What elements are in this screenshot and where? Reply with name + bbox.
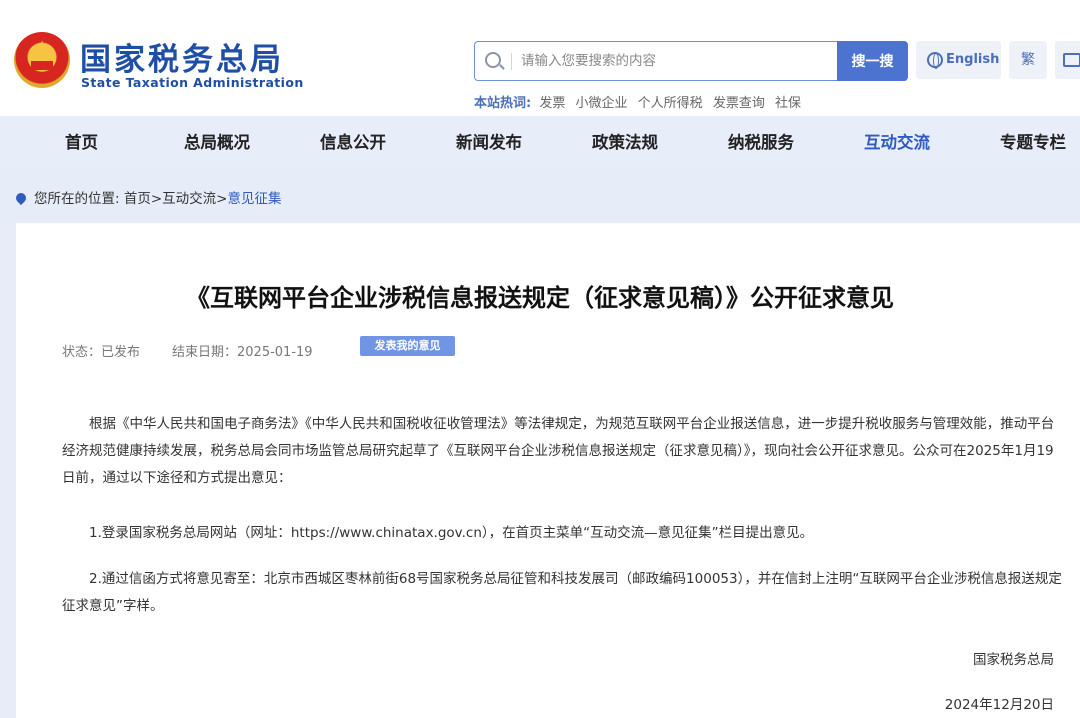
publish-date: 2024年12月20日 [945,693,1054,713]
hot-words: 本站热词: 发票 小微企业 个人所得税 发票查询 社保 [474,92,807,111]
article-paragraph: 根据《中华人民共和国电子商务法》《中华人民共和国税收征收管理法》等法律规定，为规… [62,411,1062,492]
hot-word-link[interactable]: 发票查询 [713,96,765,111]
english-label: English [946,52,999,67]
search-icon [485,52,501,68]
breadcrumb-section[interactable]: 互动交流 [162,191,216,207]
breadcrumb-current[interactable]: 意见征集 [227,191,281,207]
nav-item-tax-service[interactable]: 纳税服务 [728,116,794,169]
hot-word-link[interactable]: 小微企业 [576,96,628,111]
article-paragraph: 2.通过信函方式将意见寄至：北京市西城区枣林前街68号国家税务总局征管和科技发展… [62,566,1062,620]
mail-button[interactable] [1055,41,1080,79]
main-nav: 首页 总局概况 信息公开 新闻发布 政策法规 纳税服务 互动交流 专题专栏 [0,116,1080,169]
english-button[interactable]: English [916,41,1001,79]
globe-icon [927,52,943,68]
article-title: 《互联网平台企业涉税信息报送规定（征求意见稿）》公开征求意见 [0,278,1080,313]
nav-item-overview[interactable]: 总局概况 [184,116,250,169]
hot-words-label: 本站热词: [474,96,531,111]
national-emblem-icon[interactable]: ★ [14,32,70,88]
hot-word-link[interactable]: 个人所得税 [638,96,703,111]
nav-item-special-topics[interactable]: 专题专栏 [1000,116,1066,169]
location-pin-icon [14,191,28,205]
nav-item-info-disclosure[interactable]: 信息公开 [320,116,386,169]
traditional-chinese-button[interactable]: 繁 [1009,41,1047,79]
site-header: ★ 国家税务总局 State Taxation Administration 搜… [0,0,1080,116]
site-title-en[interactable]: State Taxation Administration [81,75,304,90]
nav-item-home[interactable]: 首页 [65,116,98,169]
gate-icon [31,58,53,70]
breadcrumb-separator: > [216,191,227,207]
status-text: 状态：已发布 [62,341,140,360]
nav-item-news[interactable]: 新闻发布 [456,116,522,169]
article-paragraph: 1.登录国家税务总局网站（网址：https://www.chinatax.gov… [62,520,1062,547]
breadcrumb-home[interactable]: 首页 [124,191,151,207]
nav-item-interaction[interactable]: 互动交流 [864,116,930,169]
signature: 国家税务总局 [973,648,1054,668]
breadcrumb: 您所在的位置: 首页>互动交流>意见征集 [16,187,281,207]
search-divider [511,53,512,70]
mail-icon [1063,53,1080,67]
end-date-text: 结束日期：2025-01-19 [172,341,313,360]
search-input[interactable] [521,42,831,80]
star-icon: ★ [33,38,51,56]
breadcrumb-prefix: 您所在的位置: [34,191,120,207]
search-button[interactable]: 搜一搜 [837,41,908,81]
nav-item-policy[interactable]: 政策法规 [592,116,658,169]
hot-word-link[interactable]: 社保 [775,96,801,111]
submit-opinion-button[interactable]: 发表我的意见 [360,336,455,356]
breadcrumb-separator: > [151,191,162,207]
hot-word-link[interactable]: 发票 [539,96,565,111]
search-box: 搜一搜 [474,41,907,81]
site-title-cn[interactable]: 国家税务总局 [80,34,284,79]
